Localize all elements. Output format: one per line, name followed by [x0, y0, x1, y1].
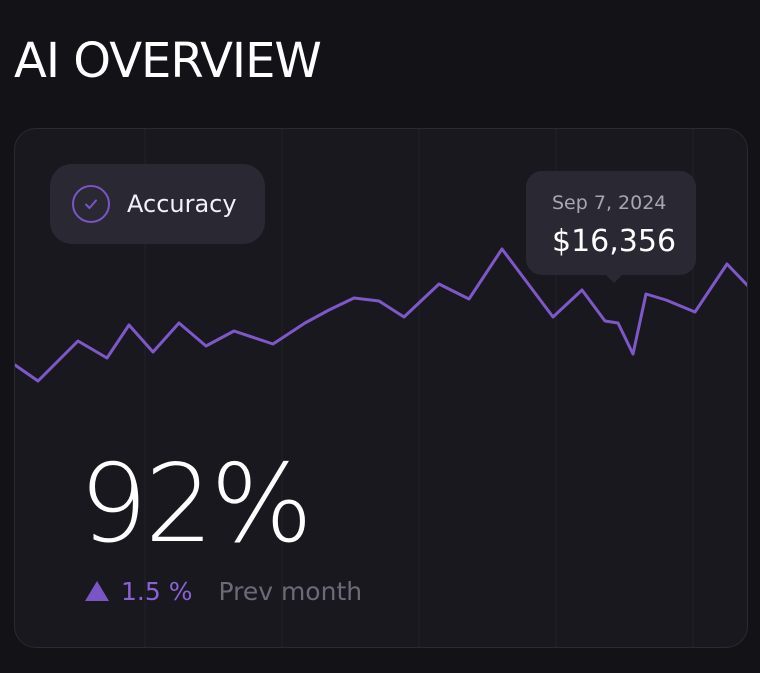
- change-caption: Prev month: [218, 576, 363, 606]
- metric-label: Accuracy: [127, 190, 237, 218]
- tooltip-date: Sep 7, 2024: [552, 192, 667, 214]
- page-title: AI OVERVIEW: [14, 33, 322, 89]
- overview-card: Accuracy Sep 7, 2024 $16,356 92% 1.5 % P…: [14, 128, 748, 648]
- accuracy-value: 92%: [79, 442, 313, 567]
- page: AI OVERVIEW Accuracy Sep 7, 2024 $16,356: [0, 0, 760, 673]
- triangle-up-icon: [85, 581, 109, 601]
- tooltip-pointer: [605, 274, 623, 283]
- change-value: 1.5 %: [121, 576, 193, 606]
- metric-selector[interactable]: Accuracy: [50, 164, 265, 244]
- change-indicator: 1.5 % Prev month: [85, 573, 362, 609]
- check-circle-icon: [72, 185, 110, 223]
- tooltip-value: $16,356: [552, 224, 677, 259]
- chart-tooltip: Sep 7, 2024 $16,356: [526, 171, 696, 275]
